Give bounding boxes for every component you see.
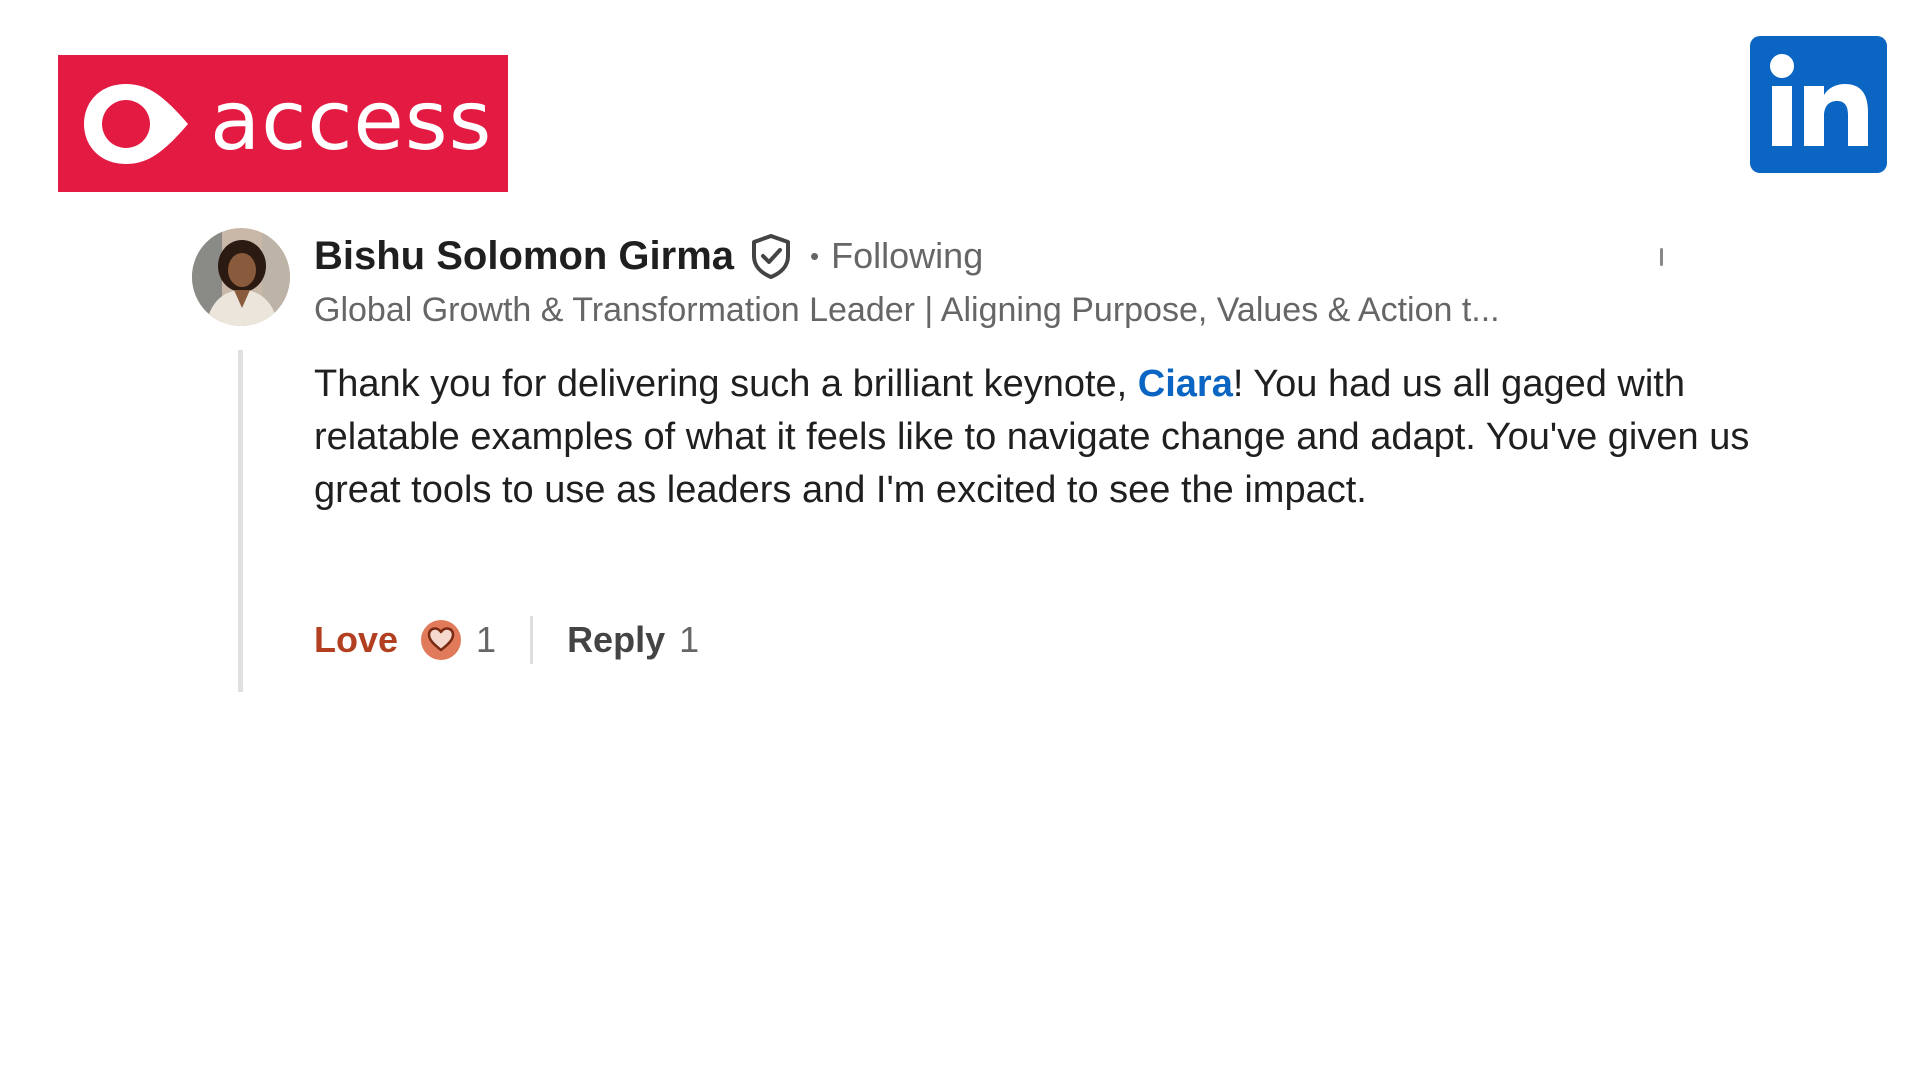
access-wordmark: access [210, 74, 493, 169]
comment-thread-line [238, 350, 243, 692]
linkedin-icon [1750, 36, 1887, 173]
mention-link[interactable]: Ciara [1138, 363, 1233, 405]
access-logo: access [58, 55, 508, 192]
action-divider [530, 616, 534, 664]
comment-text-start: Thank you for delivering such a brillian… [314, 363, 1138, 405]
reply-button[interactable]: Reply [567, 619, 665, 661]
separator-dot: • [810, 240, 820, 271]
author-headline: Global Growth & Transformation Leader | … [314, 291, 1500, 329]
comment-author-row: Bishu Solomon Girma • Following [314, 230, 983, 282]
love-count[interactable]: 1 [476, 619, 496, 661]
comment-actions: Love 1 Reply 1 [314, 612, 699, 668]
comment-body: Thank you for delivering such a brillian… [314, 358, 1764, 517]
verified-shield-icon [752, 234, 791, 279]
page: access Bishu Solomon Girma • Following G… [0, 0, 1920, 1080]
follow-status[interactable]: Following [831, 235, 983, 277]
more-options-edge [1660, 248, 1663, 266]
reply-count[interactable]: 1 [679, 619, 699, 661]
access-logo-mark-icon [84, 84, 188, 164]
avatar[interactable] [192, 228, 290, 326]
author-name[interactable]: Bishu Solomon Girma [314, 234, 734, 279]
love-reaction-button[interactable]: Love [314, 619, 398, 661]
heart-reaction-icon[interactable] [420, 619, 462, 661]
